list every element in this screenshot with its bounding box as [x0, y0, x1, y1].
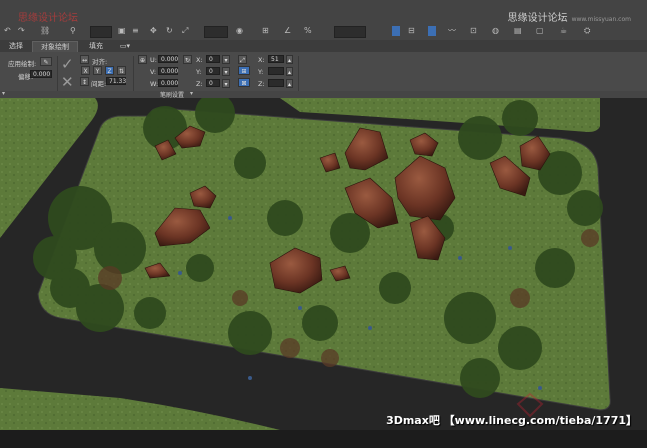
z-label: Z: [196, 80, 203, 88]
check-icon[interactable]: ✓ [61, 55, 74, 73]
y-field[interactable]: 0 [206, 67, 220, 75]
align-flip-button[interactable]: ⇅ [117, 66, 126, 75]
v-field[interactable]: 0.000 [158, 67, 178, 75]
reference-coordinate-dropdown[interactable] [204, 26, 228, 38]
v-label: V: [150, 68, 157, 76]
ribbon-options-icon[interactable]: ▭▾ [116, 41, 134, 52]
apply-paint-icon[interactable]: ✎ [40, 57, 52, 66]
viewport[interactable]: 3Dmax吧 【www.linecg.com/tieba/1771】 [0, 98, 647, 430]
align-x-button[interactable]: X [81, 66, 90, 75]
rotate-icon[interactable]: ↻ [166, 26, 173, 36]
bind-icon[interactable]: ⚲ [70, 26, 76, 36]
watermark-right: 思缘设计论坛 www.missyuan.com [508, 9, 631, 24]
render-icon[interactable]: ☕ [560, 26, 567, 36]
apply-paint-label: 应用绘制: [8, 60, 37, 68]
offset-u-icon[interactable]: ⊕ [138, 55, 147, 64]
y-options-button[interactable]: ▾ [222, 67, 230, 76]
snap-icon[interactable]: ⊞ [262, 26, 269, 36]
move-icon[interactable]: ✥ [150, 26, 157, 36]
divider [133, 56, 134, 94]
align-label: 对齐: [92, 58, 108, 66]
u-field[interactable]: 0.000 [158, 55, 178, 63]
align-icon-small[interactable]: ↔ [80, 55, 89, 64]
divider [298, 56, 299, 94]
schematic-icon[interactable]: ⊡ [470, 26, 477, 36]
percent-snap-icon[interactable]: % [304, 26, 312, 36]
x-options-button[interactable]: ▾ [222, 55, 230, 64]
link-icon[interactable]: ⛓ [40, 26, 50, 36]
spacing-field[interactable]: 71.33 [106, 77, 126, 85]
scale-brush-icon[interactable]: ⤢ [238, 55, 247, 64]
scale-y-label: Y: [258, 68, 264, 76]
render-setup-icon[interactable]: ▤ [514, 26, 522, 36]
caption-text: 3Dmax吧 【www.linecg.com/tieba/1771】 [386, 414, 637, 427]
undo-icon[interactable]: ↶ [4, 26, 11, 36]
w-field[interactable]: 0.000 [158, 79, 178, 87]
watermark-url: www.missyuan.com [571, 16, 631, 23]
scale-z-spinner[interactable]: ▴ [286, 79, 293, 88]
scale-x-field[interactable]: 51 [268, 55, 284, 63]
material-editor-icon[interactable]: ◍ [492, 26, 499, 36]
scale-x-spinner[interactable]: ▴ [286, 55, 293, 64]
tab-select[interactable]: 选择 [4, 41, 28, 52]
ribbon-panel-footer: ▾ 笔刷设置 ▾ [0, 90, 647, 99]
pivot-icon[interactable]: ◉ [236, 26, 243, 36]
watermark-right-text: 思缘设计论坛 [507, 13, 568, 24]
scale-z-label: Z: [258, 80, 265, 88]
panel-expand-icon[interactable]: ▾ [2, 90, 5, 97]
select-name-icon[interactable]: ≡ [132, 26, 139, 36]
align-icon[interactable]: ⊟ [408, 26, 415, 36]
quick-access-toolbar: ↶ ↷ ⛓ ⚲ ▣ ≡ ✥ ↻ ⤢ ◉ ⊞ ∠ % ⊟ 〰 ⊡ ◍ ▤ ▢ ☕ … [4, 26, 644, 38]
tab-populate[interactable]: 填充 [82, 41, 110, 52]
named-selection-dropdown[interactable] [334, 26, 366, 38]
scale-y-spinner[interactable]: ▴ [286, 67, 293, 76]
divider [57, 56, 58, 94]
scale-x-label: X: [258, 56, 265, 64]
x-label: X: [196, 56, 203, 64]
y-label: Y: [196, 68, 202, 76]
watermark-left: 思缘设计论坛 [18, 13, 78, 24]
cancel-icon[interactable]: ✕ [61, 73, 74, 91]
scale-icon[interactable]: ⤢ [182, 26, 188, 36]
scale-z-field[interactable] [268, 79, 284, 87]
curve-editor-icon[interactable]: 〰 [448, 26, 456, 36]
render-active-icon[interactable]: ⛭ [584, 26, 590, 36]
ribbon-tabs: 选择 对象绘制 填充 ▭▾ [0, 40, 647, 53]
spacing-label: 间距: [91, 80, 107, 88]
panel-title-expand-icon[interactable]: ▾ [190, 90, 193, 97]
title-bar: 思缘设计论坛 思缘设计论坛 www.missyuan.com ↶ ↷ ⛓ ⚲ ▣ … [0, 0, 647, 41]
x-field[interactable]: 0 [206, 55, 220, 63]
align-z-button[interactable]: Z [105, 66, 114, 75]
status-bar [0, 430, 647, 448]
rotate-brush-icon[interactable]: ↻ [183, 55, 192, 64]
scale-random-icon[interactable]: ⊠ [238, 78, 250, 87]
layer-icon[interactable] [428, 26, 436, 36]
scale-uniform-icon[interactable]: ⊞ [238, 66, 250, 75]
w-label: W: [150, 80, 159, 88]
align-y-button[interactable]: Y [93, 66, 102, 75]
select-object-icon[interactable]: ▣ [118, 26, 126, 36]
selection-filter-dropdown[interactable] [90, 26, 112, 38]
mirror-icon[interactable] [392, 26, 400, 36]
u-label: U: [150, 56, 157, 64]
scene-render [0, 98, 647, 430]
spacing-icon[interactable]: ↕ [80, 77, 89, 86]
render-frame-icon[interactable]: ▢ [536, 26, 544, 36]
offset-field[interactable]: 0.000 [30, 70, 52, 78]
z-field[interactable]: 0 [206, 79, 220, 87]
scale-y-field[interactable] [268, 67, 284, 75]
z-options-button[interactable]: ▾ [222, 79, 230, 88]
angle-snap-icon[interactable]: ∠ [284, 26, 291, 36]
redo-icon[interactable]: ↷ [18, 26, 25, 36]
